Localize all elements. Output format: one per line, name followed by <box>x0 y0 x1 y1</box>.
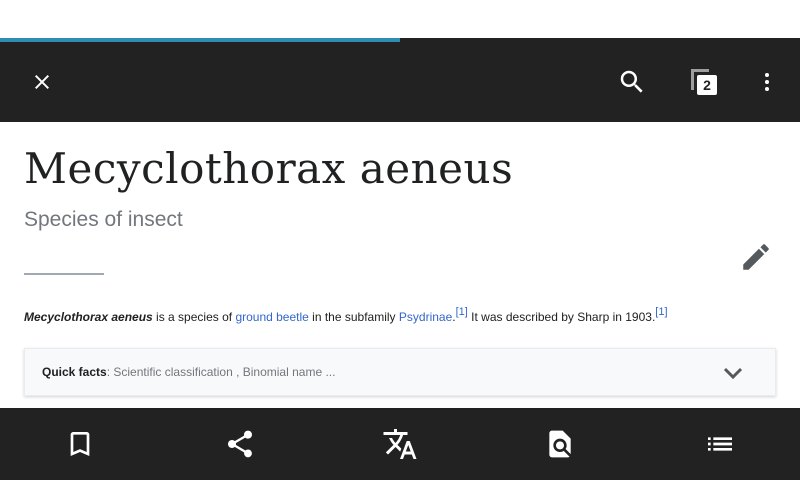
overflow-menu-icon <box>765 73 769 91</box>
quick-facts-summary: Scientific classification , Binomial nam… <box>113 365 336 379</box>
overflow-menu-button[interactable] <box>735 42 799 122</box>
language-button[interactable] <box>320 408 480 480</box>
chevron-down-icon[interactable] <box>721 361 745 385</box>
article-content: Mecyclothorax aeneus Species of insect M… <box>0 122 800 408</box>
translate-icon <box>383 429 417 459</box>
find-in-page-button[interactable] <box>480 408 640 480</box>
title-divider <box>24 273 104 275</box>
page-description: Species of insect <box>24 208 183 231</box>
bookmark-icon <box>70 432 90 456</box>
reference-link[interactable]: [1] <box>655 306 667 318</box>
search-icon <box>620 70 643 93</box>
intro-text: in the subfamily <box>308 310 399 324</box>
top-toolbar: 2 <box>0 42 800 122</box>
tabs-icon: 2 <box>691 69 717 95</box>
intro-text: is a species of <box>152 310 236 324</box>
status-bar <box>0 0 800 38</box>
find-in-page-icon <box>549 430 571 458</box>
search-button[interactable] <box>600 42 664 122</box>
bookmark-button[interactable] <box>0 408 160 480</box>
bottom-action-bar <box>0 408 800 480</box>
link-psydrinae[interactable]: Psydrinae <box>399 310 452 324</box>
link-ground-beetle[interactable]: ground beetle <box>235 310 308 324</box>
pencil-icon <box>743 244 769 270</box>
quick-facts-collapsible[interactable]: Quick facts: Scientific classification ,… <box>24 348 776 396</box>
article-subject: Mecyclothorax aeneus <box>24 310 153 324</box>
table-of-contents-icon <box>708 437 732 451</box>
quick-facts-label: Quick facts <box>42 365 107 379</box>
page-title: Mecyclothorax aeneus <box>24 144 514 193</box>
tabs-button[interactable]: 2 <box>672 42 736 122</box>
tabs-count: 2 <box>703 77 711 93</box>
intro-text: It was described by Sharp in 1903. <box>467 310 656 324</box>
intro-paragraph: Mecyclothorax aeneus is a species of gro… <box>24 306 784 326</box>
share-icon <box>228 430 252 458</box>
close-button[interactable] <box>10 42 74 122</box>
quick-facts-text: Quick facts: Scientific classification ,… <box>42 365 335 379</box>
share-button[interactable] <box>160 408 320 480</box>
reference-link[interactable]: [1] <box>456 306 468 318</box>
table-of-contents-button[interactable] <box>640 408 800 480</box>
close-icon <box>35 75 49 89</box>
edit-description-button[interactable] <box>732 233 780 281</box>
